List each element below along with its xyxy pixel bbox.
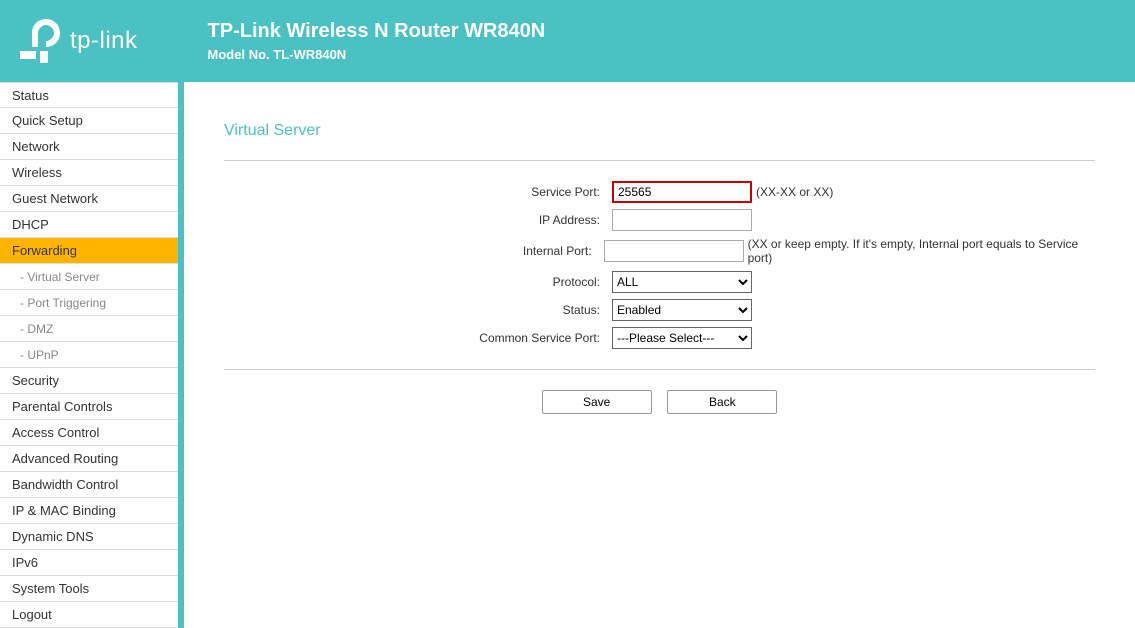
brand-logo: tp-link [20, 19, 138, 63]
sidebar-item-network[interactable]: Network [0, 134, 178, 160]
sidebar-item-forwarding[interactable]: Forwarding [0, 238, 178, 264]
service-port-label: Service Port: [224, 185, 612, 199]
header-subtitle: Model No. TL-WR840N [208, 47, 546, 62]
ip-address-input[interactable] [612, 209, 752, 231]
internal-port-hint: (XX or keep empty. If it's empty, Intern… [748, 237, 1095, 265]
save-button[interactable]: Save [542, 390, 652, 414]
sidebar: Status Quick Setup Network Wireless Gues… [0, 82, 178, 628]
divider [224, 369, 1095, 370]
sidebar-item-ip-mac-binding[interactable]: IP & MAC Binding [0, 498, 178, 524]
sidebar-item-guest-network[interactable]: Guest Network [0, 186, 178, 212]
sidebar-item-wireless[interactable]: Wireless [0, 160, 178, 186]
status-select[interactable]: Enabled [612, 299, 752, 321]
sidebar-item-status[interactable]: Status [0, 82, 178, 108]
sidebar-item-access-control[interactable]: Access Control [0, 420, 178, 446]
service-port-input[interactable] [612, 181, 752, 203]
sidebar-sub-dmz[interactable]: - DMZ [0, 316, 178, 342]
protocol-select[interactable]: ALL [612, 271, 752, 293]
service-port-hint: (XX-XX or XX) [756, 185, 833, 199]
back-button[interactable]: Back [667, 390, 777, 414]
sidebar-item-quick-setup[interactable]: Quick Setup [0, 108, 178, 134]
header-title: TP-Link Wireless N Router WR840N [208, 20, 546, 43]
sidebar-item-advanced-routing[interactable]: Advanced Routing [0, 446, 178, 472]
sidebar-item-bandwidth-control[interactable]: Bandwidth Control [0, 472, 178, 498]
header: tp-link TP-Link Wireless N Router WR840N… [0, 0, 1135, 82]
internal-port-label: Internal Port: [224, 244, 604, 258]
tplink-logo-icon [20, 19, 60, 63]
sidebar-sub-port-triggering[interactable]: - Port Triggering [0, 290, 178, 316]
brand-text: tp-link [70, 27, 138, 55]
sidebar-item-logout[interactable]: Logout [0, 602, 178, 628]
sidebar-sub-upnp[interactable]: - UPnP [0, 342, 178, 368]
sidebar-item-parental-controls[interactable]: Parental Controls [0, 394, 178, 420]
status-label: Status: [224, 303, 612, 317]
protocol-label: Protocol: [224, 275, 612, 289]
common-service-port-select[interactable]: ---Please Select--- [612, 327, 752, 349]
page-title: Virtual Server [224, 122, 1095, 161]
sidebar-item-dynamic-dns[interactable]: Dynamic DNS [0, 524, 178, 550]
content: Virtual Server Service Port: (XX-XX or X… [184, 82, 1135, 628]
internal-port-input[interactable] [604, 240, 744, 262]
sidebar-item-system-tools[interactable]: System Tools [0, 576, 178, 602]
common-service-port-label: Common Service Port: [224, 331, 612, 345]
ip-address-label: IP Address: [224, 213, 612, 227]
sidebar-sub-virtual-server[interactable]: - Virtual Server [0, 264, 178, 290]
sidebar-item-ipv6[interactable]: IPv6 [0, 550, 178, 576]
sidebar-item-security[interactable]: Security [0, 368, 178, 394]
sidebar-item-dhcp[interactable]: DHCP [0, 212, 178, 238]
